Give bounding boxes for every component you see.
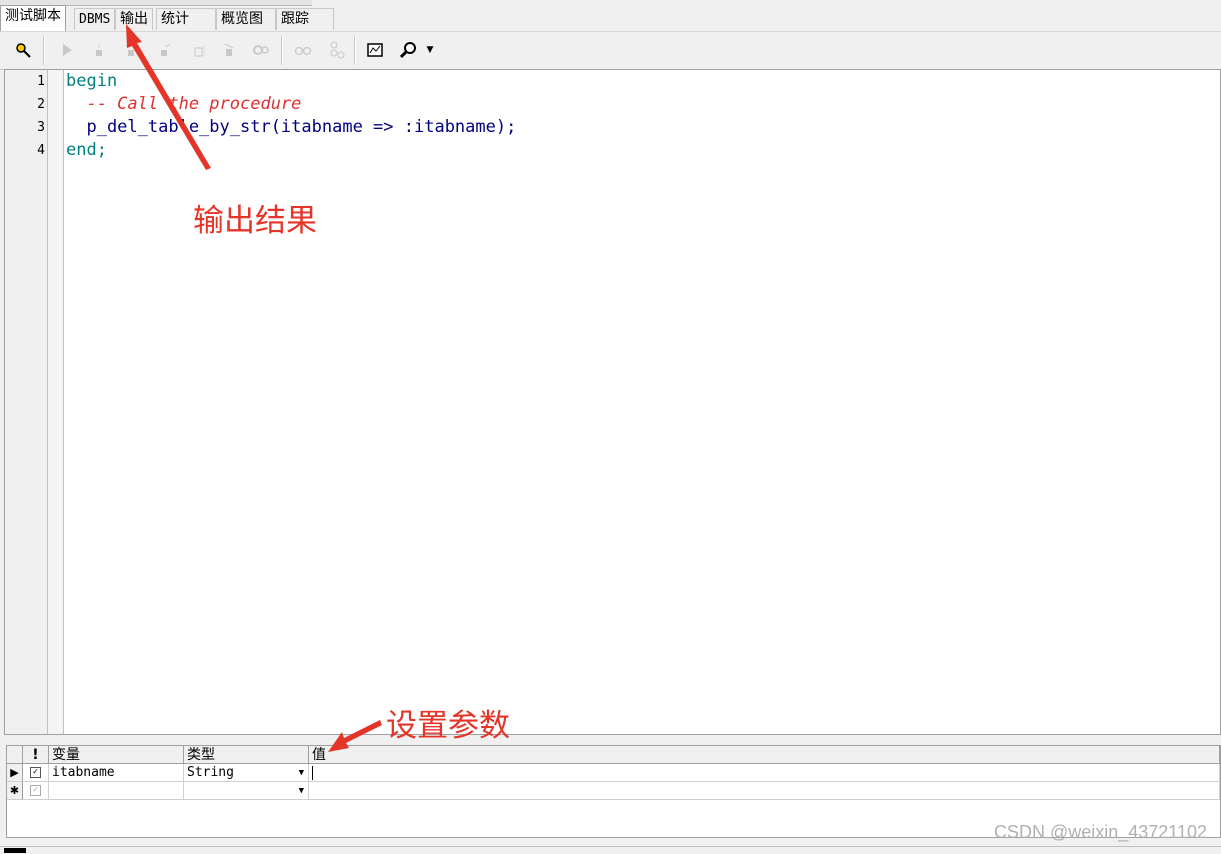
params-arrow [328,720,382,752]
watermark: CSDN @weixin_43721102 [993,822,1207,842]
tab-test-script-label: 测试脚本 [5,8,61,24]
annotation-arrows [126,24,382,752]
tab-test-script[interactable]: 测试脚本 [0,5,66,31]
output-result-annotation: 输出结果 [193,203,317,239]
set-params-annotation: 设置参数 [386,708,510,744]
output-arrow [126,24,211,170]
status-indicator [4,848,26,853]
